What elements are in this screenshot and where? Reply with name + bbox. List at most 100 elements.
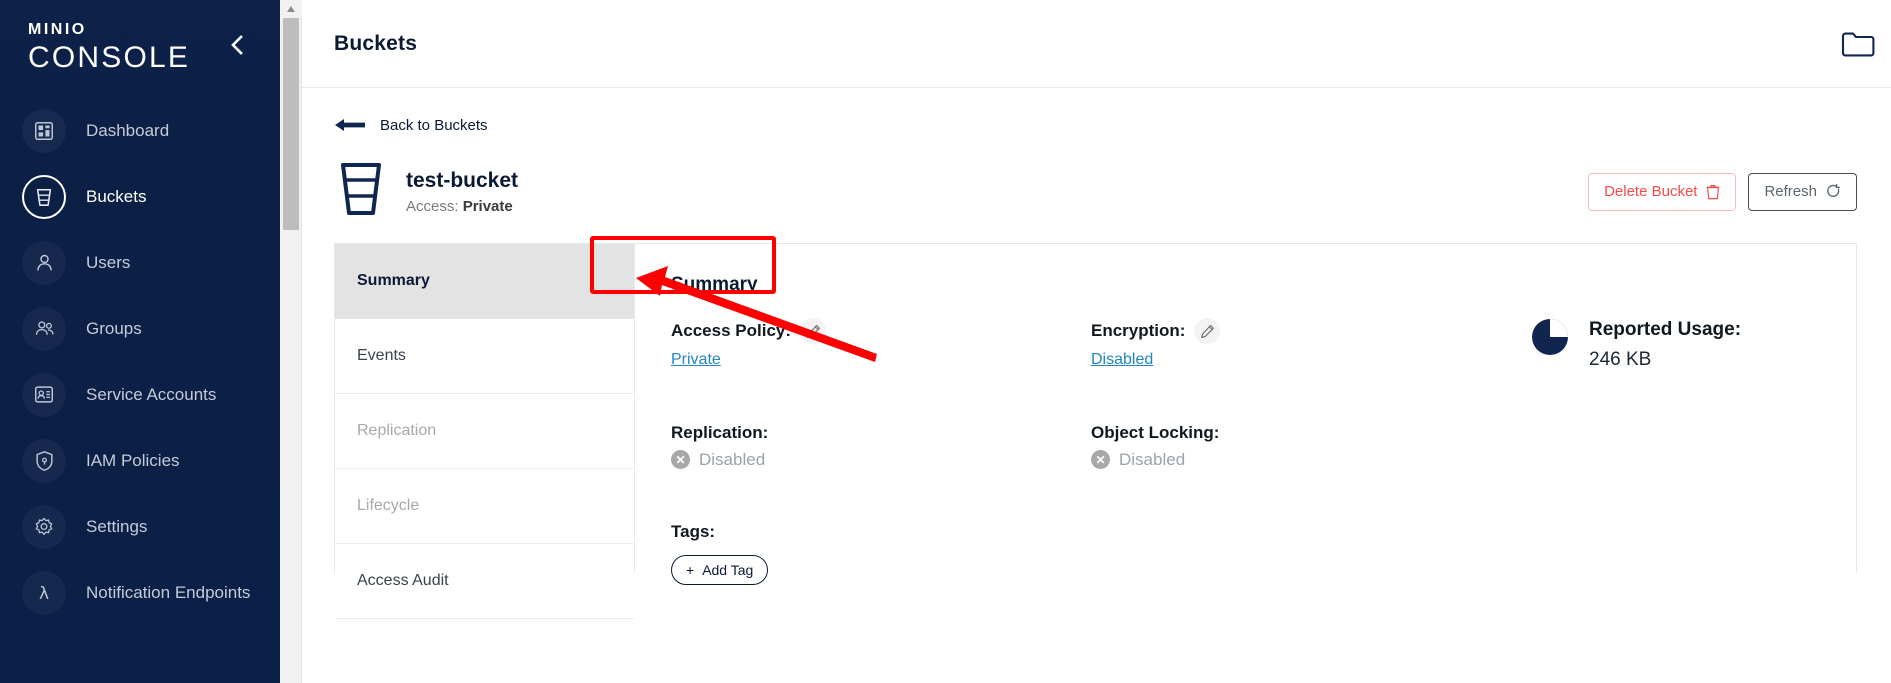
delete-bucket-label: Delete Bucket — [1604, 183, 1698, 200]
pencil-icon — [806, 324, 820, 338]
reported-usage-text: Reported Usage: 246 KB — [1589, 318, 1741, 371]
replication-field: Replication: ✕ Disabled — [671, 423, 1091, 470]
sidebar-item-label: Service Accounts — [86, 384, 217, 404]
bucket-access-label: Access: — [406, 197, 459, 215]
sidebar-item-dashboard[interactable]: Dashboard — [0, 98, 280, 164]
tags-spacer-1 — [1091, 522, 1531, 585]
sidebar-item-label: Notification Endpoints — [86, 582, 251, 602]
tab-label: Lifecycle — [357, 497, 420, 514]
back-to-buckets-link[interactable]: Back to Buckets — [334, 116, 488, 134]
main-content: Buckets Back to Buckets test-bucket Acce… — [302, 0, 1891, 683]
page-scrollbar[interactable] — [280, 0, 302, 683]
trash-icon — [1707, 184, 1720, 199]
caret-up-icon — [287, 6, 295, 12]
bucket-detail-content: Back to Buckets test-bucket Access: Priv… — [302, 88, 1891, 683]
sidebar-item-label: Buckets — [86, 186, 147, 206]
sidebar-item-buckets[interactable]: Buckets — [0, 164, 280, 230]
folder-icon — [1841, 32, 1875, 56]
encryption-label: Encryption: — [1091, 321, 1186, 340]
refresh-icon — [1827, 183, 1841, 197]
sidebar-item-users[interactable]: Users — [0, 230, 280, 296]
encryption-edit-button[interactable] — [1194, 318, 1221, 344]
sidebar-item-settings[interactable]: Settings — [0, 494, 280, 560]
minio-console-app: MINIO CONSOLE Dashboard Buckets Users Gr… — [0, 0, 1891, 683]
reported-usage-value: 246 KB — [1589, 348, 1652, 370]
replication-status-value: Disabled — [699, 449, 766, 469]
add-tag-button[interactable]: + Add Tag — [671, 554, 769, 585]
pie-chart-icon — [1532, 319, 1568, 355]
bucket-tabs: Summary Events Replication Lifecycle Acc… — [335, 244, 635, 619]
sidebar-item-label: Settings — [86, 516, 148, 536]
back-to-buckets-label: Back to Buckets — [380, 116, 488, 134]
tags-label: Tags: — [671, 521, 716, 541]
bucket-titles: test-bucket Access: Private — [406, 168, 518, 214]
bucket-header: test-bucket Access: Private Delete Bucke… — [334, 160, 1857, 223]
tab-replication: Replication — [335, 394, 634, 469]
page-title: Buckets — [334, 31, 418, 55]
object-locking-status: ✕ Disabled — [1091, 450, 1531, 470]
service-account-icon — [22, 372, 66, 417]
summary-grid: Access Policy: Private Encryption: Disab… — [671, 318, 1856, 585]
encryption-field: Encryption: Disabled — [1091, 318, 1531, 371]
access-policy-private-link[interactable]: Private — [671, 351, 721, 368]
dashboard-icon — [22, 108, 66, 153]
x-circle-icon: ✕ — [1091, 450, 1110, 470]
shield-lock-icon — [22, 438, 66, 483]
sidebar-item-label: IAM Policies — [86, 450, 180, 470]
sidebar-collapse-button[interactable] — [224, 32, 250, 58]
summary-title: Summary — [671, 274, 758, 295]
logo: MINIO CONSOLE — [0, 0, 280, 76]
encryption-status-link[interactable]: Disabled — [1091, 351, 1153, 368]
add-tag-label: Add Tag — [702, 561, 754, 578]
bucket-detail-panel: Summary Events Replication Lifecycle Acc… — [334, 243, 1857, 619]
bucket-icon — [334, 160, 388, 223]
bucket-access-value: Private — [462, 197, 513, 215]
encryption-label-row: Encryption: — [1091, 318, 1531, 344]
usage-spacer — [1531, 423, 1856, 470]
scrollbar-up-arrow[interactable] — [280, 0, 302, 18]
sidebar-item-notification-endpoints[interactable]: λ Notification Endpoints — [0, 560, 280, 626]
tab-events[interactable]: Events — [335, 319, 634, 394]
access-policy-label: Access Policy: — [671, 321, 792, 340]
scrollbar-thumb[interactable] — [283, 18, 299, 230]
plus-icon: + — [686, 561, 695, 578]
arrow-left-icon — [335, 119, 365, 131]
page-header: Buckets — [302, 0, 1891, 88]
object-locking-field: Object Locking: ✕ Disabled — [1091, 423, 1531, 470]
refresh-label: Refresh — [1764, 183, 1817, 200]
bucket-icon — [22, 174, 66, 219]
replication-label: Replication: — [671, 422, 769, 442]
sidebar-item-groups[interactable]: Groups — [0, 296, 280, 362]
sidebar-item-service-accounts[interactable]: Service Accounts — [0, 362, 280, 428]
tab-summary[interactable]: Summary — [335, 244, 634, 319]
tab-label: Replication — [357, 422, 437, 439]
reported-usage-label: Reported Usage: — [1589, 319, 1742, 340]
refresh-button[interactable]: Refresh — [1748, 172, 1857, 211]
bucket-name: test-bucket — [406, 169, 519, 193]
tab-label: Summary — [357, 272, 430, 289]
sidebar-item-label: Dashboard — [86, 120, 170, 140]
chevron-left-icon — [231, 35, 243, 55]
tab-label: Access Audit — [357, 572, 449, 589]
tab-label: Events — [357, 347, 406, 364]
sidebar-item-iam-policies[interactable]: IAM Policies — [0, 428, 280, 494]
tab-lifecycle: Lifecycle — [335, 469, 634, 544]
gear-icon — [22, 504, 66, 549]
bucket-access: Access: Private — [406, 198, 518, 215]
sidebar: MINIO CONSOLE Dashboard Buckets Users Gr… — [0, 0, 280, 683]
access-policy-field: Access Policy: Private — [671, 318, 1091, 371]
tab-access-audit[interactable]: Access Audit — [335, 544, 634, 619]
user-icon — [22, 240, 66, 285]
reported-usage-field: Reported Usage: 246 KB — [1531, 318, 1856, 371]
access-policy-edit-button[interactable] — [800, 318, 827, 344]
tags-spacer-2 — [1531, 522, 1856, 585]
replication-status: ✕ Disabled — [671, 450, 1091, 470]
header-actions — [1823, 29, 1875, 59]
x-circle-icon: ✕ — [671, 450, 690, 470]
summary-panel: Summary Access Policy: Private Encryptio… — [635, 244, 1856, 585]
tags-field: Tags: + Add Tag — [671, 522, 1091, 585]
sidebar-item-label: Groups — [86, 318, 142, 338]
folder-button[interactable] — [1841, 29, 1875, 59]
bucket-actions: Delete Bucket Refresh — [1588, 172, 1857, 211]
delete-bucket-button[interactable]: Delete Bucket — [1588, 172, 1737, 211]
